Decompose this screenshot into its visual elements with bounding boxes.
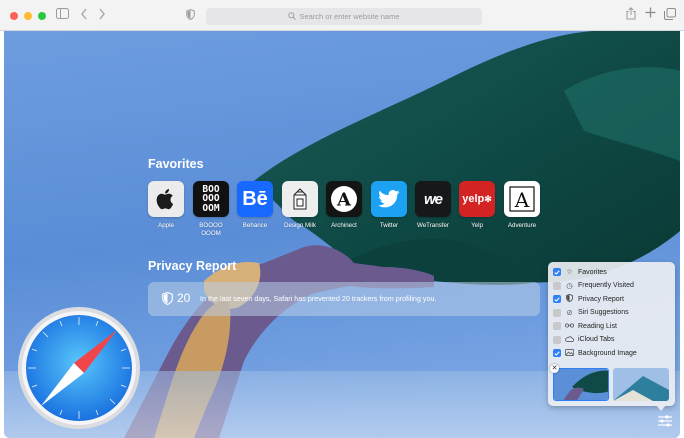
shield-icon bbox=[162, 291, 173, 310]
close-window-button[interactable] bbox=[10, 12, 18, 20]
option-label: iCloud Tabs bbox=[578, 336, 615, 343]
favorite-label: Adventure bbox=[507, 222, 537, 229]
svg-text:A: A bbox=[514, 188, 530, 212]
checkbox-checked-icon[interactable] bbox=[553, 295, 561, 303]
boooooom-icon: BOO OOO OOM bbox=[193, 181, 229, 217]
photo-icon bbox=[565, 348, 574, 358]
option-privacy-report[interactable]: Privacy Report bbox=[553, 293, 624, 305]
option-label: Frequently Visited bbox=[578, 282, 634, 289]
option-background-image[interactable]: Background Image bbox=[553, 347, 637, 359]
behance-icon: Bē bbox=[237, 181, 273, 217]
background-thumbnail-selected[interactable] bbox=[553, 368, 609, 401]
option-label: Siri Suggestions bbox=[578, 309, 629, 316]
minimize-window-button[interactable] bbox=[24, 12, 32, 20]
new-tab-icon[interactable] bbox=[645, 7, 656, 21]
adventure-icon: A bbox=[504, 181, 540, 217]
customize-settings-button[interactable] bbox=[656, 413, 674, 429]
tracker-count: 20 bbox=[177, 291, 191, 305]
yelp-icon: yelp ✻ bbox=[459, 181, 495, 217]
favorite-design-milk[interactable]: Design Milk bbox=[282, 181, 318, 229]
favorite-boooooom[interactable]: BOO OOO OOM BOOOO OOOM bbox=[193, 181, 229, 237]
customize-start-page-panel: ☆ Favorites ◷ Frequently Visited Privacy… bbox=[548, 262, 675, 406]
option-icloud-tabs[interactable]: iCloud Tabs bbox=[553, 334, 614, 346]
glasses-icon bbox=[565, 322, 574, 330]
option-label: Background Image bbox=[578, 349, 637, 357]
option-label: Reading List bbox=[578, 322, 617, 330]
sliders-icon bbox=[658, 415, 672, 427]
browser-toolbar: Search or enter website name bbox=[0, 0, 684, 31]
favorites-heading: Favorites bbox=[148, 157, 204, 171]
favorite-behance[interactable]: Bē Behance bbox=[237, 181, 273, 229]
favorite-wetransfer[interactable]: we WeTransfer bbox=[415, 181, 451, 229]
checkbox-unchecked-icon[interactable] bbox=[553, 322, 561, 330]
address-placeholder: Search or enter website name bbox=[299, 12, 400, 21]
forward-icon[interactable] bbox=[98, 8, 106, 23]
svg-text:A: A bbox=[336, 190, 352, 211]
checkbox-unchecked-icon[interactable] bbox=[553, 281, 561, 290]
twitter-icon bbox=[371, 181, 407, 217]
shield-icon bbox=[565, 293, 574, 304]
option-reading-list[interactable]: Reading List bbox=[553, 320, 617, 332]
favorite-adventure[interactable]: A Adventure bbox=[504, 181, 540, 229]
favorite-twitter[interactable]: Twitter bbox=[371, 181, 407, 229]
background-thumbnail-option[interactable] bbox=[613, 368, 669, 401]
checkbox-unchecked-icon[interactable] bbox=[553, 308, 561, 317]
archinect-icon: A bbox=[326, 181, 362, 217]
privacy-report-card[interactable]: 20 In the last seven days, Safari has pr… bbox=[148, 282, 540, 316]
checkbox-checked-icon[interactable] bbox=[553, 349, 561, 357]
favorite-apple[interactable]: Apple bbox=[148, 181, 184, 229]
design-milk-icon bbox=[282, 181, 318, 217]
apple-icon bbox=[148, 181, 184, 217]
option-label: Favorites bbox=[578, 268, 607, 276]
zoom-window-button[interactable] bbox=[38, 12, 46, 20]
panel-pointer bbox=[656, 405, 666, 411]
safari-compass-logo bbox=[18, 307, 140, 429]
search-icon bbox=[288, 11, 297, 22]
remove-background-button[interactable]: ✕ bbox=[550, 364, 559, 373]
option-siri-suggestions[interactable]: ⊘ Siri Suggestions bbox=[553, 307, 629, 319]
favorite-label: Apple bbox=[158, 222, 174, 229]
star-icon: ☆ bbox=[566, 267, 573, 276]
option-favorites[interactable]: ☆ Favorites bbox=[553, 266, 607, 278]
wetransfer-icon: we bbox=[415, 181, 451, 217]
address-bar[interactable]: Search or enter website name bbox=[206, 8, 482, 25]
option-label: Privacy Report bbox=[578, 295, 624, 303]
back-icon[interactable] bbox=[80, 8, 88, 23]
favorite-archinect[interactable]: A Archinect bbox=[326, 181, 362, 229]
favorite-yelp[interactable]: yelp ✻ Yelp bbox=[459, 181, 495, 229]
favorite-label: BOOOO OOOM bbox=[199, 222, 223, 237]
share-icon[interactable] bbox=[626, 7, 636, 23]
tab-overview-icon[interactable] bbox=[664, 8, 676, 23]
checkbox-unchecked-icon[interactable] bbox=[553, 335, 561, 344]
privacy-message: In the last seven days, Safari has preve… bbox=[200, 294, 437, 303]
clock-icon: ◷ bbox=[566, 280, 573, 290]
privacy-report-heading: Privacy Report bbox=[148, 259, 237, 273]
checkbox-checked-icon[interactable] bbox=[553, 268, 561, 276]
cloud-icon bbox=[565, 335, 574, 344]
siri-icon: ⊘ bbox=[566, 307, 573, 317]
privacy-shield-icon[interactable] bbox=[186, 9, 195, 23]
sidebar-toggle-icon[interactable] bbox=[56, 8, 69, 22]
option-frequently-visited[interactable]: ◷ Frequently Visited bbox=[553, 280, 634, 292]
